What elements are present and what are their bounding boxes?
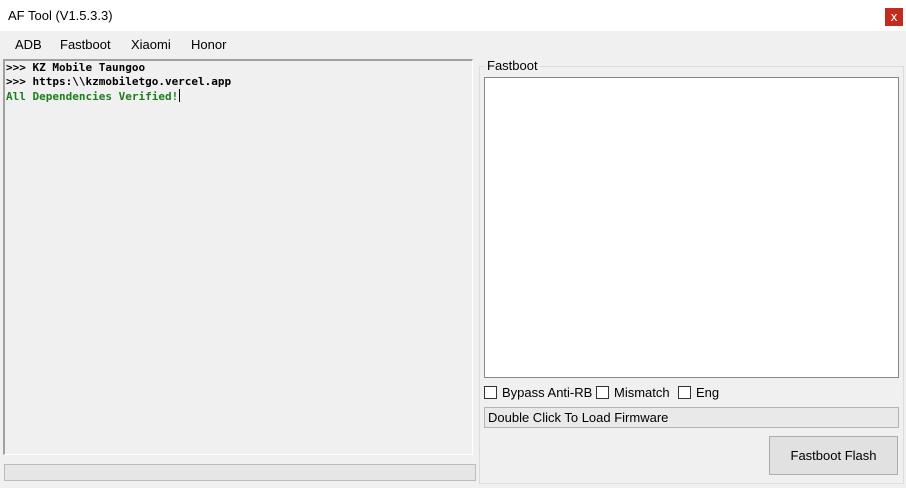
progress-bar — [4, 464, 476, 481]
checkbox-box — [678, 386, 691, 399]
menu-item-xiaomi[interactable]: Xiaomi — [131, 37, 171, 52]
bypass-anti-rb-label: Bypass Anti-RB — [502, 385, 593, 400]
menu-item-honor[interactable]: Honor — [191, 37, 226, 52]
log-console[interactable]: >>> KZ Mobile Taungoo >>> https:\\kzmobi… — [3, 59, 473, 455]
console-line-url: >>> https:\\kzmobiletgo.vercel.app — [6, 75, 232, 88]
text-caret — [179, 89, 181, 102]
title-bar: AF Tool (V1.5.3.3) x — [0, 0, 906, 31]
bypass-anti-rb-checkbox[interactable]: Bypass Anti-RB — [484, 385, 592, 400]
fastboot-flash-button[interactable]: Fastboot Flash — [769, 436, 898, 475]
mismatch-checkbox[interactable]: Mismatch — [596, 385, 670, 400]
checkbox-box — [484, 386, 497, 399]
menu-bar: ADB Fastboot Xiaomi Honor — [0, 31, 906, 57]
menu-item-adb[interactable]: ADB — [15, 37, 42, 52]
close-button[interactable]: x — [885, 8, 903, 26]
console-status-text: All Dependencies Verified! — [6, 90, 179, 103]
eng-checkbox[interactable]: Eng — [678, 385, 719, 400]
menu-item-fastboot[interactable]: Fastboot — [60, 37, 111, 52]
app-window: AF Tool (V1.5.3.3) x ADB Fastboot Xiaomi… — [0, 0, 906, 488]
window-title: AF Tool (V1.5.3.3) — [8, 8, 113, 23]
mismatch-label: Mismatch — [614, 385, 670, 400]
console-line-status: All Dependencies Verified! — [6, 89, 472, 104]
fastboot-group-label: Fastboot — [485, 58, 540, 73]
fastboot-partition-list[interactable] — [484, 77, 899, 378]
firmware-path-field[interactable]: Double Click To Load Firmware — [484, 407, 899, 428]
checkbox-box — [596, 386, 609, 399]
eng-label: Eng — [696, 385, 720, 400]
console-line-brand: >>> KZ Mobile Taungoo — [6, 61, 146, 74]
